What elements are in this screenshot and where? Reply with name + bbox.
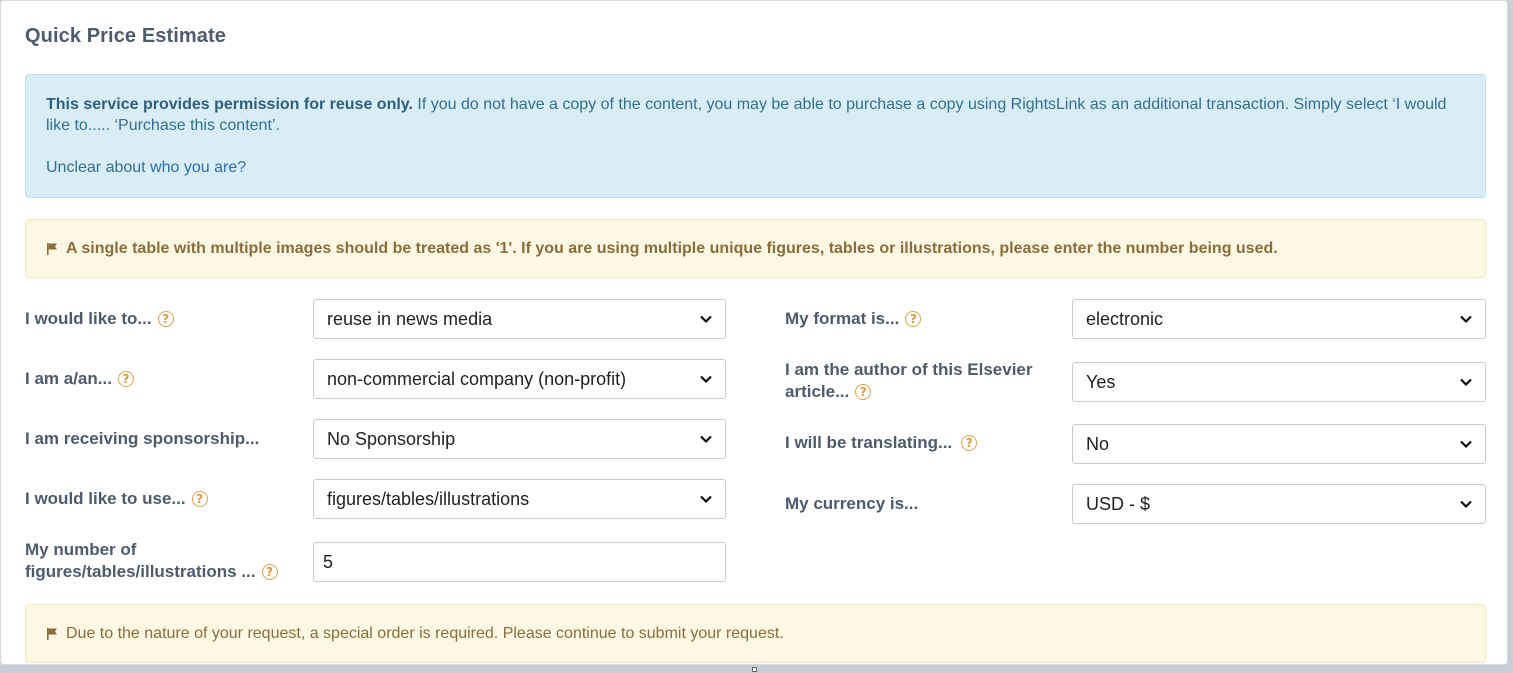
question-circle-icon[interactable]: ? [117, 371, 134, 387]
chevron-down-icon [700, 495, 712, 504]
author-label-line2: article... [785, 382, 850, 401]
chevron-down-icon [1460, 378, 1472, 387]
chevron-down-icon [1460, 315, 1472, 324]
format-value: electronic [1086, 308, 1164, 329]
i-am-select[interactable]: non-commercial company (non-profit) [313, 359, 726, 399]
warning-text-special-order: Due to the nature of your request, a spe… [66, 624, 784, 642]
question-circle-icon[interactable]: ? [855, 384, 872, 400]
would-like-to-use-value: figures/tables/illustrations [327, 488, 530, 509]
info-alert: This service provides permission for reu… [25, 74, 1486, 198]
would-like-to-use-label-text: I would like to use... [25, 489, 186, 508]
number-of-value: 5 [323, 551, 334, 572]
would-like-to-use-select[interactable]: figures/tables/illustrations [313, 479, 726, 519]
chevron-down-icon [1460, 440, 1472, 449]
chevron-down-icon [700, 315, 712, 324]
currency-label-text: My currency is... [785, 494, 919, 513]
currency-label: My currency is... [785, 493, 918, 515]
chevron-down-icon [700, 435, 712, 444]
translating-label: I will be translating... ? [785, 432, 978, 454]
panel-title: Quick Price Estimate [25, 25, 226, 47]
question-circle-icon[interactable]: ? [905, 311, 922, 327]
number-of-label: My number of figures/tables/illustration… [25, 539, 278, 583]
format-label-text: My format is... [785, 309, 900, 328]
i-am-label: I am a/an... ? [25, 368, 134, 390]
number-of-label-line1: My number of [25, 540, 137, 559]
question-circle-icon[interactable]: ? [157, 311, 174, 327]
flag-icon [46, 242, 58, 256]
author-select[interactable]: Yes [1072, 362, 1486, 402]
translating-label-text: I will be translating... [785, 433, 953, 452]
i-am-value: non-commercial company (non-profit) [327, 368, 627, 389]
warning-alert-special-order: Due to the nature of your request, a spe… [25, 604, 1486, 663]
sponsorship-select[interactable]: No Sponsorship [313, 419, 726, 459]
number-of-input[interactable]: 5 [313, 542, 726, 582]
info-link-prefix: Unclear about [46, 159, 151, 176]
number-of-label-line2: figures/tables/illustrations ... [25, 562, 256, 581]
question-circle-icon[interactable]: ? [961, 435, 978, 451]
author-label-line2-wrap: article... ? [785, 381, 1033, 403]
question-circle-icon[interactable]: ? [261, 564, 278, 580]
resize-handle[interactable] [752, 667, 757, 672]
translating-select[interactable]: No [1072, 424, 1486, 464]
sponsorship-value: No Sponsorship [327, 428, 456, 449]
would-like-to-label-text: I would like to... [25, 309, 152, 328]
would-like-to-use-label: I would like to use... ? [25, 488, 208, 510]
flag-icon [46, 627, 58, 641]
warning-text-single-table: A single table with multiple images shou… [66, 239, 1278, 257]
who-you-are-link[interactable]: who you are? [150, 159, 246, 176]
question-circle-icon[interactable]: ? [191, 491, 208, 507]
author-value: Yes [1086, 371, 1116, 392]
currency-value: USD - $ [1086, 493, 1151, 514]
author-label-line1: I am the author of this Elsevier [785, 360, 1033, 379]
i-am-label-text: I am a/an... [25, 369, 112, 388]
translating-value: No [1086, 433, 1110, 454]
warning-alert-single-table: A single table with multiple images shou… [25, 219, 1486, 278]
number-of-label-line2-wrap: figures/tables/illustrations ... ? [25, 561, 278, 583]
format-label: My format is... ? [785, 308, 922, 330]
would-like-to-label: I would like to... ? [25, 308, 174, 330]
info-text: This service provides permission for reu… [46, 94, 1465, 136]
info-link-line: Unclear about who you are? [46, 157, 1465, 178]
quick-price-estimate-panel: Quick Price Estimate This service provid… [0, 0, 1508, 665]
chevron-down-icon [700, 375, 712, 384]
info-bold-text: This service provides permission for reu… [46, 96, 413, 113]
sponsorship-label: I am receiving sponsorship... [25, 428, 259, 450]
format-select[interactable]: electronic [1072, 299, 1486, 339]
currency-select[interactable]: USD - $ [1072, 484, 1486, 524]
author-label: I am the author of this Elsevier article… [785, 359, 1033, 403]
chevron-down-icon [1460, 500, 1472, 509]
would-like-to-select[interactable]: reuse in news media [313, 299, 726, 339]
sponsorship-label-text: I am receiving sponsorship... [25, 429, 260, 448]
would-like-to-value: reuse in news media [327, 308, 493, 329]
